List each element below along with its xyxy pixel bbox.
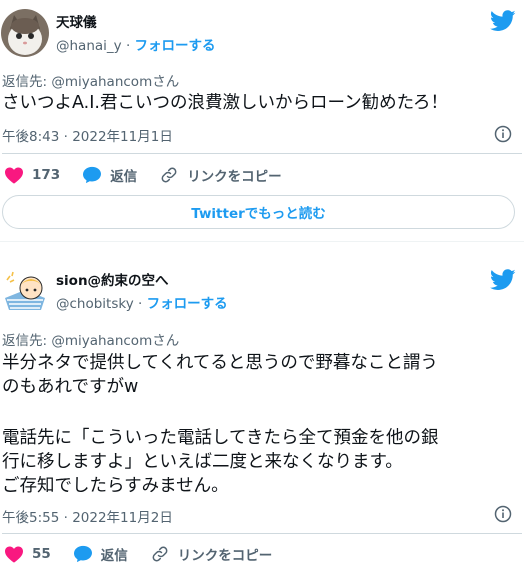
heart-icon [5, 167, 23, 184]
reply-to-label: 返信先: @miyahancomさん [2, 333, 180, 349]
reply-action[interactable]: 返信 [73, 544, 128, 564]
read-more-button[interactable]: Twitterでもっと読む [2, 195, 515, 229]
divider [2, 153, 522, 154]
copy-link-label: リンクをコピー [177, 548, 273, 564]
twitter-bird-icon[interactable] [490, 269, 516, 291]
avatar[interactable] [1, 9, 49, 57]
like-action[interactable]: 55 [4, 545, 51, 563]
reply-label: 返信 [100, 548, 128, 564]
info-icon[interactable] [494, 505, 512, 523]
speech-bubble-icon [73, 545, 92, 563]
divider [2, 533, 522, 534]
user-handle[interactable]: @hanai_y [56, 38, 122, 54]
like-count: 55 [32, 546, 51, 562]
copy-link-action[interactable]: リンクをコピー [159, 165, 282, 185]
tweet-card-1: 天球儀 @hanai_y · フォローする 返信先: @miyahancomさん… [0, 0, 524, 241]
user-handle-line: @hanai_y · フォローする [56, 34, 216, 54]
display-name[interactable]: 天球儀 [56, 11, 97, 31]
copy-link-action[interactable]: リンクをコピー [150, 544, 273, 564]
tweet-actions: 55 返信 リンクをコピー [4, 542, 294, 566]
tweet-card-2: sion@約束の空へ @chobitsky · フォローする 返信先: @miy… [0, 259, 524, 568]
like-action[interactable]: 173 [4, 166, 60, 184]
user-handle[interactable]: @chobitsky [56, 296, 134, 312]
user-handle-line: @chobitsky · フォローする [56, 292, 228, 312]
reply-to-label: 返信先: @miyahancomさん [2, 74, 180, 90]
tweet-actions: 173 返信 リンクをコピー [4, 163, 304, 187]
tweet-body-line: ご存知でしたらすみません。 [2, 476, 229, 496]
follow-button[interactable]: フォローする [135, 38, 216, 54]
like-count: 173 [32, 167, 61, 183]
tweet-timestamp[interactable]: 午後8:43 · 2022年11月1日 [2, 125, 173, 145]
avatar[interactable] [1, 268, 49, 316]
separator-dot: · [133, 296, 147, 312]
tweet-body-line: のもあれですがw [2, 377, 139, 397]
tweet-body-line: 行に移しますよ」といえば二度と来なくなります。 [2, 452, 403, 472]
speech-bubble-icon [83, 166, 102, 184]
link-icon [161, 167, 177, 183]
reply-action[interactable]: 返信 [82, 165, 137, 185]
info-icon[interactable] [494, 125, 512, 143]
heart-icon [5, 546, 23, 563]
tweet-separator [0, 241, 524, 260]
twitter-bird-icon[interactable] [490, 10, 516, 32]
separator-dot: · [121, 38, 135, 54]
copy-link-label: リンクをコピー [187, 169, 282, 185]
display-name[interactable]: sion@約束の空へ [56, 269, 169, 289]
link-icon [152, 546, 168, 562]
tweet-body-line: 電話先に「こういった電話してきたら全て預金を他の銀 [2, 428, 439, 448]
reply-label: 返信 [110, 169, 138, 185]
follow-button[interactable]: フォローする [147, 296, 228, 312]
tweet-body-line: さいつよA.I.君こいつの浪費激しいからローン勧めたろ！ [2, 93, 449, 113]
tweet-body-line: 半分ネタで提供してくれてると思うので野暮なこと謂う [2, 353, 438, 373]
tweet-timestamp[interactable]: 午後5:55 · 2022年11月2日 [2, 506, 173, 526]
